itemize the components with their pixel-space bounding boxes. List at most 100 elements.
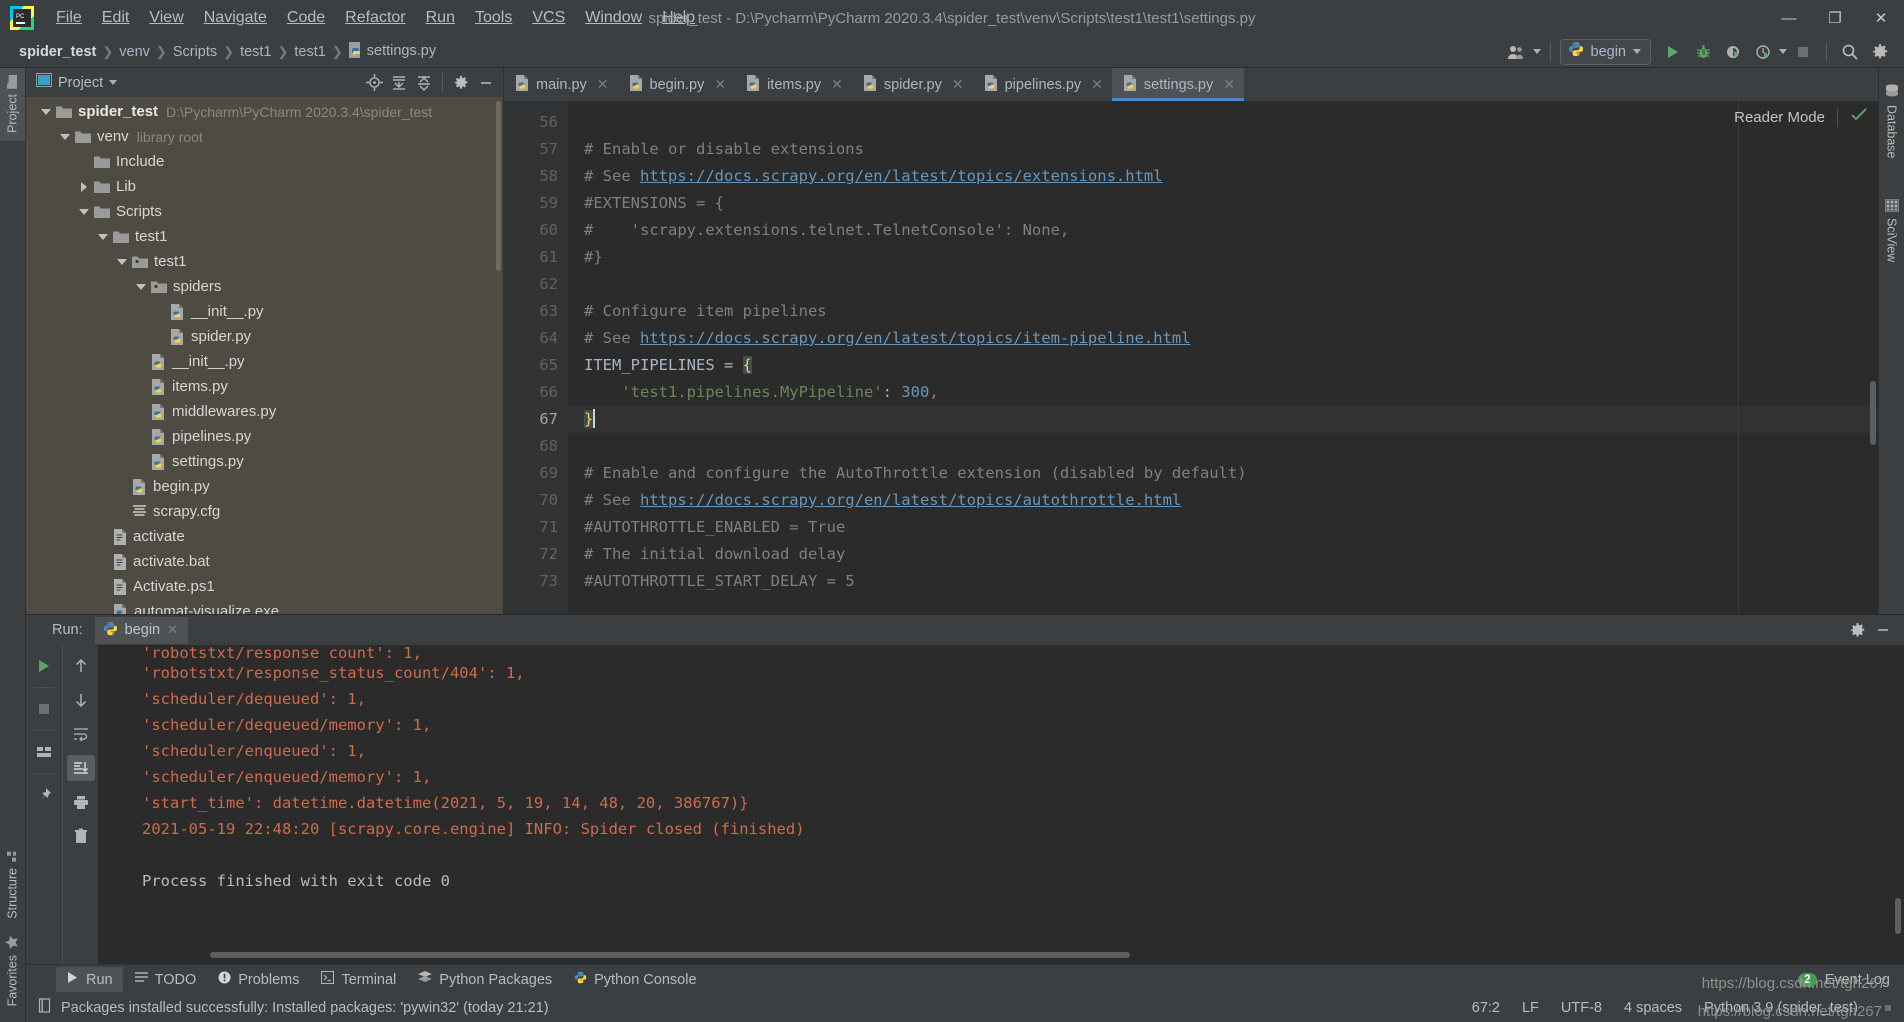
menu-view[interactable]: View xyxy=(139,6,193,30)
tree-node-initpy[interactable]: __init__.py xyxy=(26,299,503,324)
profile-button[interactable] xyxy=(1749,39,1777,65)
code-line-56[interactable] xyxy=(568,109,1878,136)
chevron-down-icon[interactable] xyxy=(109,80,118,86)
close-icon[interactable]: ✕ xyxy=(167,622,178,638)
code-line-73[interactable]: #AUTOTHROTTLE_START_DELAY = 5 xyxy=(568,568,1878,595)
menu-help[interactable]: Help xyxy=(652,6,705,30)
editor-tab-spiderpy[interactable]: spider.py ✕ xyxy=(852,68,973,101)
scroll-to-end-icon[interactable] xyxy=(66,755,95,781)
code-line-67[interactable]: } xyxy=(568,406,1878,433)
chevron-down-icon[interactable] xyxy=(1532,49,1541,54)
tree-node-include[interactable]: Include xyxy=(26,149,503,174)
soft-wrap-icon[interactable] xyxy=(67,721,95,747)
tree-toggle[interactable] xyxy=(36,108,56,115)
tree-node-spiderpy[interactable]: spider.py xyxy=(26,324,503,349)
sidebar-tab-project[interactable]: Project xyxy=(0,68,25,141)
tree-node-pipelinespy[interactable]: pipelines.py xyxy=(26,424,503,449)
gear-icon[interactable] xyxy=(450,72,472,94)
tree-node-activatebat[interactable]: activate.bat xyxy=(26,549,503,574)
inspections-ok-icon[interactable] xyxy=(1850,107,1870,128)
up-icon[interactable] xyxy=(67,653,95,679)
expand-all-icon[interactable] xyxy=(388,72,410,94)
console-vscrollbar[interactable] xyxy=(1895,898,1901,934)
editor-tab-beginpy[interactable]: begin.py ✕ xyxy=(618,68,736,101)
gutter-line-64[interactable]: 64 xyxy=(504,325,575,352)
chevron-down-icon[interactable] xyxy=(1779,49,1787,54)
gutter-line-60[interactable]: 60 xyxy=(504,217,568,244)
code-link[interactable]: https://docs.scrapy.org/en/latest/topics… xyxy=(640,329,1191,347)
editor-tab-itemspy[interactable]: items.py ✕ xyxy=(735,68,852,101)
code-line-70[interactable]: # See https://docs.scrapy.org/en/latest/… xyxy=(568,487,1878,514)
gutter-line-67[interactable]: 67 xyxy=(504,406,575,433)
close-icon[interactable]: ✕ xyxy=(714,76,726,93)
menu-vcs[interactable]: VCS xyxy=(522,6,575,30)
chevron-down-icon[interactable] xyxy=(79,208,89,215)
chevron-down-icon[interactable] xyxy=(41,108,51,115)
chevron-right-icon[interactable] xyxy=(81,181,87,192)
stop-button[interactable] xyxy=(1789,39,1817,65)
bottom-tab-todo[interactable]: TODO xyxy=(125,968,207,992)
gutter-line-58[interactable]: 58 xyxy=(504,163,568,190)
search-icon[interactable] xyxy=(1836,39,1864,65)
python-interpreter[interactable]: Python 3.9 (spider_test) xyxy=(1704,1000,1858,1016)
event-log-area[interactable]: 2 Event Log xyxy=(1798,972,1904,988)
tree-toggle[interactable] xyxy=(93,233,113,240)
code-line-64[interactable]: # See https://docs.scrapy.org/en/latest/… xyxy=(568,325,1878,352)
code-line-69[interactable]: # Enable and configure the AutoThrottle … xyxy=(568,460,1878,487)
rerun-icon[interactable] xyxy=(30,653,58,679)
tree-node-test1[interactable]: test1 xyxy=(26,249,503,274)
collapse-all-icon[interactable] xyxy=(413,72,435,94)
chevron-down-icon[interactable] xyxy=(117,258,127,265)
bottom-tab-problems[interactable]: Problems xyxy=(208,967,309,992)
code-line-61[interactable]: #} xyxy=(568,244,1878,271)
editor-tab-mainpy[interactable]: main.py ✕ xyxy=(504,68,618,101)
menu-window[interactable]: Window xyxy=(575,6,652,30)
menu-file[interactable]: File xyxy=(46,6,92,30)
code-line-62[interactable] xyxy=(568,271,1878,298)
hide-icon[interactable] xyxy=(1872,619,1894,641)
code-link[interactable]: https://docs.scrapy.org/en/latest/topics… xyxy=(640,167,1163,185)
gutter-line-71[interactable]: 71 xyxy=(504,514,568,541)
project-tree[interactable]: spider_test D:\Pycharm\PyCharm 2020.3.4\s… xyxy=(26,97,503,614)
breadcrumb-item-scripts[interactable]: Scripts xyxy=(168,42,222,62)
menu-run[interactable]: Run xyxy=(416,6,465,30)
code-line-59[interactable]: #EXTENSIONS = { xyxy=(568,190,1878,217)
bottom-tab-terminal[interactable]: Terminal xyxy=(311,967,406,992)
menu-refactor[interactable]: Refactor xyxy=(335,6,415,30)
bottom-tab-run[interactable]: Run xyxy=(56,967,123,992)
gutter-line-61[interactable]: 61 xyxy=(504,244,568,271)
gutter-line-62[interactable]: 62 xyxy=(504,271,568,298)
sidebar-tab-database[interactable]: Database xyxy=(1885,76,1899,167)
run-button[interactable] xyxy=(1659,39,1687,65)
tree-node-spiders[interactable]: spiders xyxy=(26,274,503,299)
stop-icon[interactable] xyxy=(30,696,58,722)
file-encoding[interactable]: UTF-8 xyxy=(1561,1000,1602,1016)
indent-setting[interactable]: 4 spaces xyxy=(1624,1000,1682,1016)
locate-icon[interactable] xyxy=(363,72,385,94)
menu-navigate[interactable]: Navigate xyxy=(194,6,277,30)
breadcrumb-item-test1-inner[interactable]: test1 xyxy=(289,42,330,62)
trash-icon[interactable] xyxy=(67,823,95,849)
gutter-line-73[interactable]: 73 xyxy=(504,568,568,595)
bottom-tab-python-console[interactable]: Python Console xyxy=(564,967,706,992)
code-line-63[interactable]: # Configure item pipelines xyxy=(568,298,1878,325)
chevron-down-icon[interactable] xyxy=(60,133,70,140)
code-line-71[interactable]: #AUTOTHROTTLE_ENABLED = True xyxy=(568,514,1878,541)
tree-toggle[interactable] xyxy=(74,181,94,192)
sidebar-tab-sciview[interactable]: SciView xyxy=(1884,191,1899,270)
caret-position[interactable]: 67:2 xyxy=(1472,1000,1500,1016)
layout-icon[interactable] xyxy=(30,739,58,765)
tree-toggle[interactable] xyxy=(55,133,75,140)
breadcrumb-item-test1-outer[interactable]: test1 xyxy=(235,42,276,62)
close-button[interactable]: ✕ xyxy=(1858,0,1904,36)
breadcrumb-item-project[interactable]: spider_test xyxy=(14,42,101,62)
close-icon[interactable]: ✕ xyxy=(1223,76,1235,93)
sidebar-tab-favorites[interactable]: Favorites xyxy=(0,927,25,1014)
code-line-57[interactable]: # Enable or disable extensions xyxy=(568,136,1878,163)
tree-node-activate[interactable]: activate xyxy=(26,524,503,549)
menu-edit[interactable]: Edit xyxy=(92,6,140,30)
close-icon[interactable]: ✕ xyxy=(597,76,609,93)
code-line-68[interactable] xyxy=(568,433,1878,460)
pin-icon[interactable] xyxy=(30,782,58,808)
tree-node-scripts[interactable]: Scripts xyxy=(26,199,503,224)
